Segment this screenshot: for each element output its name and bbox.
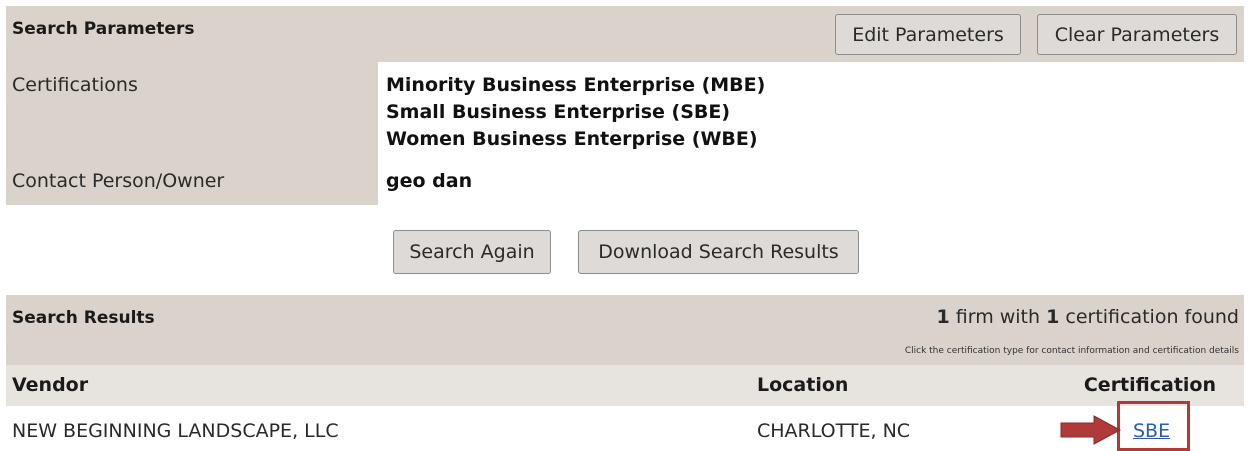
parameter-value-contact: geo dan — [386, 170, 473, 192]
results-summary: 1 firm with 1 certification found — [936, 306, 1239, 328]
vendor-location: CHARLOTTE, NC — [757, 420, 911, 442]
download-search-results-button[interactable]: Download Search Results — [578, 230, 859, 274]
certification-value-mbe: Minority Business Enterprise (MBE) — [386, 74, 766, 96]
firm-word: firm with — [949, 306, 1047, 328]
column-header-certification: Certification — [1083, 374, 1216, 396]
vendor-name: NEW BEGINNING LANDSCAPE, LLC — [12, 420, 339, 442]
results-column-header-row — [6, 365, 1244, 406]
column-header-location: Location — [757, 374, 849, 396]
column-header-vendor: Vendor — [12, 374, 89, 396]
firm-count: 1 — [936, 306, 950, 328]
search-parameters-title: Search Parameters — [12, 19, 195, 39]
edit-parameters-button[interactable]: Edit Parameters — [835, 14, 1021, 55]
parameter-label-contact: Contact Person/Owner — [12, 170, 225, 192]
results-hint: Click the certification type for contact… — [904, 346, 1239, 356]
parameter-value-certifications: Minority Business Enterprise (MBE) Small… — [386, 72, 765, 153]
parameter-label-certifications: Certifications — [12, 74, 138, 96]
search-results-title: Search Results — [12, 308, 155, 328]
clear-parameters-button[interactable]: Clear Parameters — [1037, 14, 1237, 55]
certification-word: certification found — [1059, 306, 1239, 328]
table-row: NEW BEGINNING LANDSCAPE, LLC CHARLOTTE, … — [6, 406, 1244, 451]
certification-link-sbe[interactable]: SBE — [1133, 420, 1170, 442]
certification-value-sbe: Small Business Enterprise (SBE) — [386, 101, 731, 123]
arrow-right-icon — [1060, 415, 1122, 445]
search-again-button[interactable]: Search Again — [393, 230, 551, 274]
certification-count: 1 — [1046, 306, 1060, 328]
certification-value-wbe: Women Business Enterprise (WBE) — [386, 128, 758, 150]
